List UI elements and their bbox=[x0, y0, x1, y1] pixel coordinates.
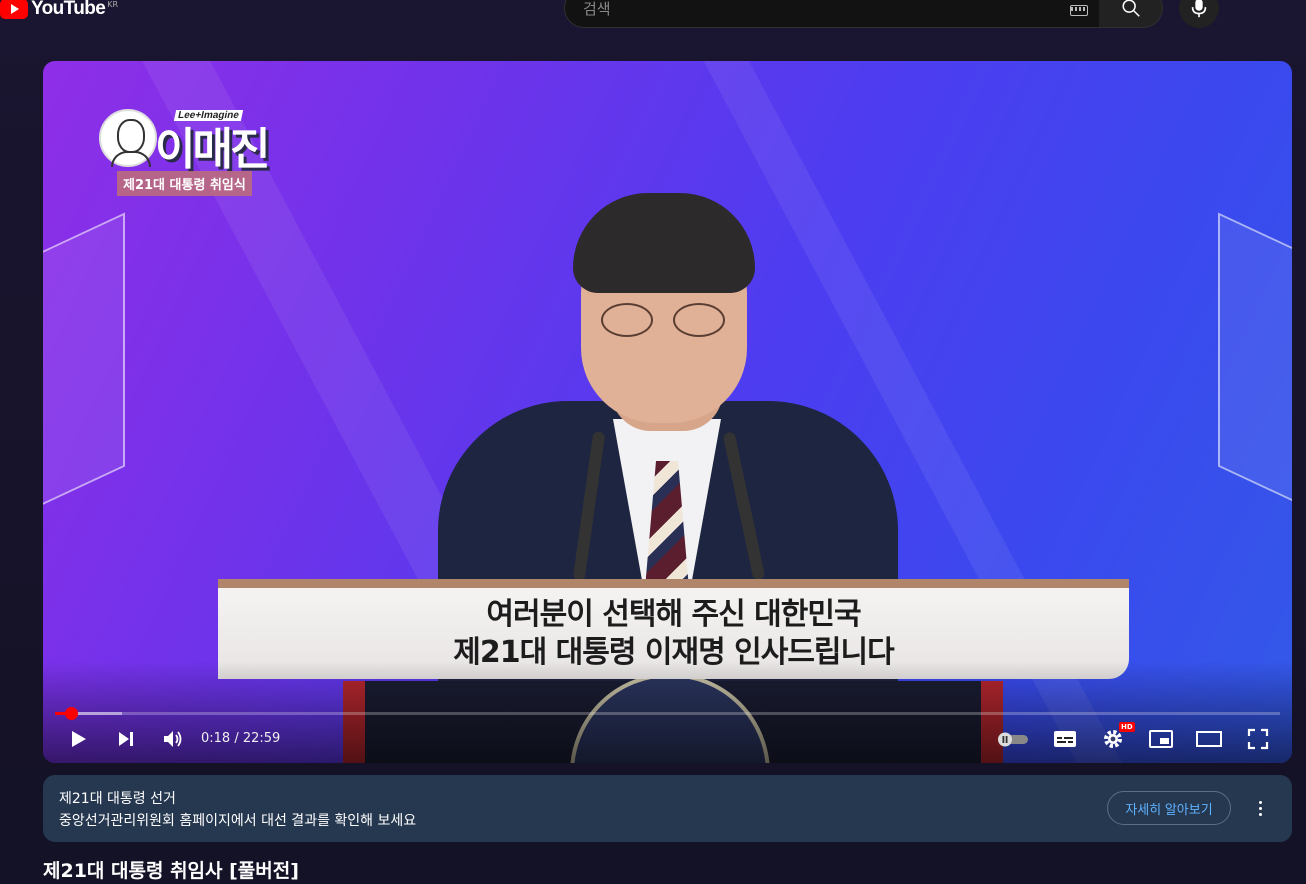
watermark-subtitle: 제21대 대통령 취임식 bbox=[117, 171, 252, 196]
logo-region: KR bbox=[107, 0, 119, 9]
subtitles-button[interactable] bbox=[1050, 725, 1080, 753]
miniplayer-button[interactable] bbox=[1146, 725, 1176, 753]
settings-button[interactable]: HD bbox=[1098, 722, 1135, 753]
watermark-title: 이매진 bbox=[155, 124, 270, 175]
play-icon bbox=[72, 731, 86, 747]
current-time: 0:18 bbox=[201, 731, 231, 746]
autoplay-toggle-icon bbox=[998, 732, 1028, 747]
microphone-icon bbox=[1191, 0, 1207, 18]
search-input[interactable] bbox=[581, 0, 1055, 25]
next-button[interactable] bbox=[111, 725, 141, 753]
caricature-avatar bbox=[99, 109, 157, 167]
caption-line: 여러분이 선택해 주신 대한민국 bbox=[486, 596, 861, 632]
video-title: 제21대 대통령 취임사 [풀버전] bbox=[43, 860, 299, 882]
search-box bbox=[564, 0, 1100, 28]
duration: 22:59 bbox=[242, 731, 281, 746]
progress-bar[interactable] bbox=[55, 707, 1280, 720]
progress-scrubber[interactable] bbox=[64, 707, 78, 720]
info-panel: 제21대 대통령 선거 중앙선거관리위원회 홈페이지에서 대선 결과를 확인해 … bbox=[43, 775, 1292, 842]
skip-next-icon bbox=[119, 732, 133, 746]
info-panel-title: 제21대 대통령 선거 bbox=[59, 791, 176, 807]
time-display: 0:18 / 22:59 bbox=[201, 731, 280, 746]
keyboard-icon[interactable] bbox=[1070, 5, 1088, 16]
search-button[interactable] bbox=[1099, 0, 1163, 28]
youtube-play-icon bbox=[0, 0, 28, 19]
kebab-dot bbox=[1258, 806, 1262, 810]
time-separator: / bbox=[230, 731, 243, 746]
stage-glass-panel-left bbox=[43, 212, 125, 524]
closed-captions-icon bbox=[1054, 731, 1076, 747]
theater-mode-icon bbox=[1196, 731, 1222, 747]
mute-button[interactable] bbox=[157, 725, 189, 753]
more-options-button[interactable] bbox=[1249, 796, 1271, 820]
logo-text: YouTube bbox=[31, 0, 106, 19]
stage-glass-panel-right bbox=[1218, 212, 1292, 524]
youtube-logo[interactable]: YouTube KR bbox=[0, 0, 118, 24]
autoplay-toggle[interactable] bbox=[995, 725, 1031, 753]
search-icon bbox=[1121, 0, 1140, 17]
volume-icon bbox=[164, 731, 182, 747]
voice-search-button[interactable] bbox=[1179, 0, 1219, 28]
watermark-tag: Lee+Imagine bbox=[173, 110, 244, 121]
info-panel-text: 중앙선거관리위원회 홈페이지에서 대선 결과를 확인해 보세요 bbox=[59, 813, 417, 829]
kebab-dot bbox=[1258, 812, 1262, 816]
kebab-dot bbox=[1258, 800, 1262, 804]
fullscreen-button[interactable] bbox=[1243, 725, 1273, 753]
hd-badge: HD bbox=[1119, 722, 1135, 732]
fullscreen-icon bbox=[1247, 728, 1269, 750]
channel-watermark: 이매진 Lee+Imagine 제21대 대통령 취임식 bbox=[99, 105, 270, 197]
learn-more-button[interactable]: 자세히 알아보기 bbox=[1107, 791, 1231, 825]
miniplayer-icon bbox=[1149, 730, 1173, 748]
masthead: YouTube KR bbox=[0, 0, 1306, 36]
video-player[interactable]: 이매진 Lee+Imagine 제21대 대통령 취임식 여러분이 선택해 주신… bbox=[43, 61, 1292, 763]
play-button[interactable] bbox=[63, 725, 93, 753]
theater-mode-button[interactable] bbox=[1194, 725, 1224, 753]
